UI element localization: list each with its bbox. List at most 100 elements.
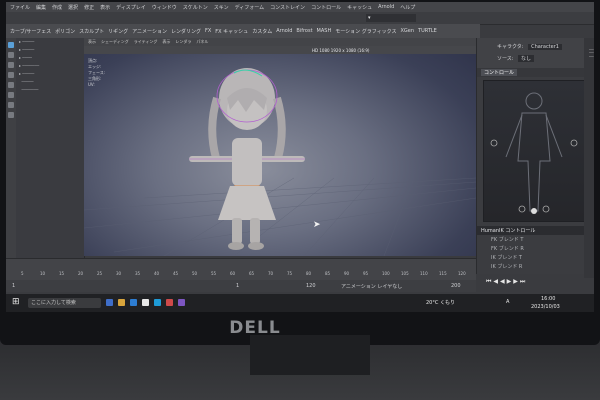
tab-controls[interactable]: コントロール (481, 69, 518, 76)
tick-label: 50 (192, 271, 198, 276)
tick-label: 105 (401, 271, 409, 276)
menu-constrain[interactable]: コンストレイン (270, 4, 305, 11)
humanik-controls: HumanIK コントロール FK ブレンド T FK ブレンド R IK ブレ… (477, 226, 594, 271)
menu-window[interactable]: ウィンドウ (152, 4, 177, 11)
shelf-tab[interactable]: ポリゴン (55, 28, 75, 35)
selection-mode-field[interactable]: ▾ (366, 14, 416, 22)
paint-select-icon[interactable] (8, 62, 14, 68)
control-row[interactable]: IK ブレンド R (477, 262, 594, 271)
scale-tool-icon[interactable] (8, 92, 14, 98)
range-slider-bar: 1 1 120 アニメーション レイヤなし 200 (6, 280, 476, 292)
controls-title: HumanIK コントロール (477, 226, 594, 235)
outliner-item[interactable]: ▸ ─────── (16, 62, 84, 70)
menu-display2[interactable]: ディスプレイ (116, 4, 146, 11)
menu-modify[interactable]: 修正 (84, 4, 94, 11)
menu-select[interactable]: 選択 (68, 4, 78, 11)
layout-single-icon[interactable] (8, 102, 14, 108)
shelf-tab[interactable]: FX (205, 28, 211, 34)
control-row[interactable]: FK ブレンド R (477, 244, 594, 253)
range-end-field[interactable]: 1 (236, 283, 239, 289)
menu-edit[interactable]: 編集 (36, 4, 46, 11)
edge-icon[interactable] (130, 299, 137, 306)
playback-controls[interactable]: ⏮◀◀▶▶⏭ (486, 278, 527, 286)
3d-viewport[interactable]: 表示 シェーディング ライティング 表示 レンダラ パネル HD 1080 19… (84, 38, 476, 256)
menu-deform[interactable]: ディフォーム (235, 4, 265, 11)
outliner-panel: ▸ ───── ▸ ───── ▸ ──── ▸ ─────── ▸ ─────… (16, 38, 85, 258)
tick-label: 55 (211, 271, 217, 276)
character-model[interactable] (84, 38, 476, 256)
side-panel-tabs[interactable]: │ │ │ (584, 38, 594, 278)
maya-icon[interactable] (154, 299, 161, 306)
store-icon[interactable] (142, 299, 149, 306)
tick-label: 75 (287, 271, 293, 276)
weather-widget[interactable]: 20°C くもり (426, 299, 455, 306)
outliner-item[interactable]: ▸ ───── (16, 38, 84, 46)
playback-end-field[interactable]: 120 (306, 283, 316, 289)
shelf-tab[interactable]: カーブ/サーフェス (10, 28, 51, 35)
taskbar-search-input[interactable]: ここに入力して検索 (28, 298, 101, 308)
monitor-stand (250, 335, 370, 375)
shelf-tab[interactable]: スカルプト (79, 28, 104, 35)
outliner-item[interactable]: ▸ ──── (16, 54, 84, 62)
shelf-tab[interactable]: Bifrost (296, 28, 312, 34)
menu-control[interactable]: コントロール (311, 4, 341, 11)
humanik-figure-view[interactable] (483, 80, 585, 222)
tick-label: 120 (458, 271, 466, 276)
tick-label: 90 (344, 271, 350, 276)
lasso-tool-icon[interactable] (8, 52, 14, 58)
menu-skin[interactable]: スキン (214, 4, 229, 11)
humanik-tabs: コントロール (477, 68, 594, 77)
tick-label: 25 (97, 271, 103, 276)
menu-create[interactable]: 作成 (52, 4, 62, 11)
time-slider[interactable]: 5 10 15 20 25 30 35 40 45 50 55 60 65 70… (6, 258, 476, 281)
task-view-icon[interactable] (106, 299, 113, 306)
outliner-item[interactable]: ───── (16, 78, 84, 86)
menu-file[interactable]: ファイル (10, 4, 30, 11)
tick-label: 45 (173, 271, 179, 276)
app-icon[interactable] (166, 299, 173, 306)
shelf-tab[interactable]: アニメーション (132, 28, 167, 35)
outliner-item[interactable]: ▸ ───── (16, 46, 84, 54)
move-tool-icon[interactable] (8, 72, 14, 78)
menu-arnold[interactable]: Arnold (378, 4, 394, 10)
shelf-tab[interactable]: Arnold (276, 28, 292, 34)
monitor-bezel: ファイル 編集 作成 選択 修正 表示 ディスプレイ ウィンドウ スケルトン ス… (0, 0, 600, 345)
shelf-tab[interactable]: カスタム (252, 28, 272, 35)
shelf-tab[interactable]: レンダリング (171, 28, 201, 35)
source-dropdown[interactable]: なし (518, 55, 535, 62)
range-start-field[interactable]: 1 (12, 283, 15, 289)
shelf-tab[interactable]: TURTLE (418, 28, 437, 34)
anim-end-field[interactable]: 200 (451, 283, 461, 289)
humanik-header: キャラクタ: Character1 ソース: なし (477, 38, 594, 68)
app-icon[interactable] (178, 299, 185, 306)
clock-date[interactable]: 2023/10/03 (531, 304, 560, 310)
menu-cache[interactable]: キャッシュ (347, 4, 372, 11)
character-dropdown[interactable]: Character1 (528, 44, 562, 50)
control-row[interactable]: FK ブレンド T (477, 235, 594, 244)
outliner-item[interactable]: ─────── (16, 86, 84, 94)
tick-label: 20 (78, 271, 84, 276)
layout-four-icon[interactable] (8, 112, 14, 118)
control-row[interactable]: IK ブレンド T (477, 253, 594, 262)
windows-start-icon[interactable]: ⊞ (12, 297, 20, 307)
clock-time[interactable]: 16:00 (541, 296, 555, 302)
humanik-panel: キャラクタ: Character1 ソース: なし コントロール HumanIK… (476, 38, 594, 274)
shelf-tab[interactable]: FX キャッシュ (215, 28, 248, 35)
source-label: ソース: (497, 56, 514, 62)
shelf-tab[interactable]: モーション グラフィックス (335, 28, 396, 35)
menu-help[interactable]: ヘルプ (400, 4, 415, 11)
shelf-tab[interactable]: XGen (400, 28, 414, 34)
ime-indicator[interactable]: A (506, 299, 509, 305)
menu-skeleton[interactable]: スケルトン (183, 4, 208, 11)
outliner-item[interactable]: ▸ ───── (16, 70, 84, 78)
tick-label: 40 (154, 271, 160, 276)
rotate-tool-icon[interactable] (8, 82, 14, 88)
file-explorer-icon[interactable] (118, 299, 125, 306)
shelf-tabs: カーブ/サーフェス ポリゴン スカルプト リギング アニメーション レンダリング… (6, 24, 480, 38)
select-tool-icon[interactable] (8, 42, 14, 48)
shelf-tab[interactable]: リギング (108, 28, 128, 35)
anim-layer-field[interactable]: アニメーション レイヤなし (341, 283, 402, 290)
shelf-tab[interactable]: MASH (317, 28, 332, 34)
menu-display[interactable]: 表示 (100, 4, 110, 11)
tick-label: 85 (325, 271, 331, 276)
